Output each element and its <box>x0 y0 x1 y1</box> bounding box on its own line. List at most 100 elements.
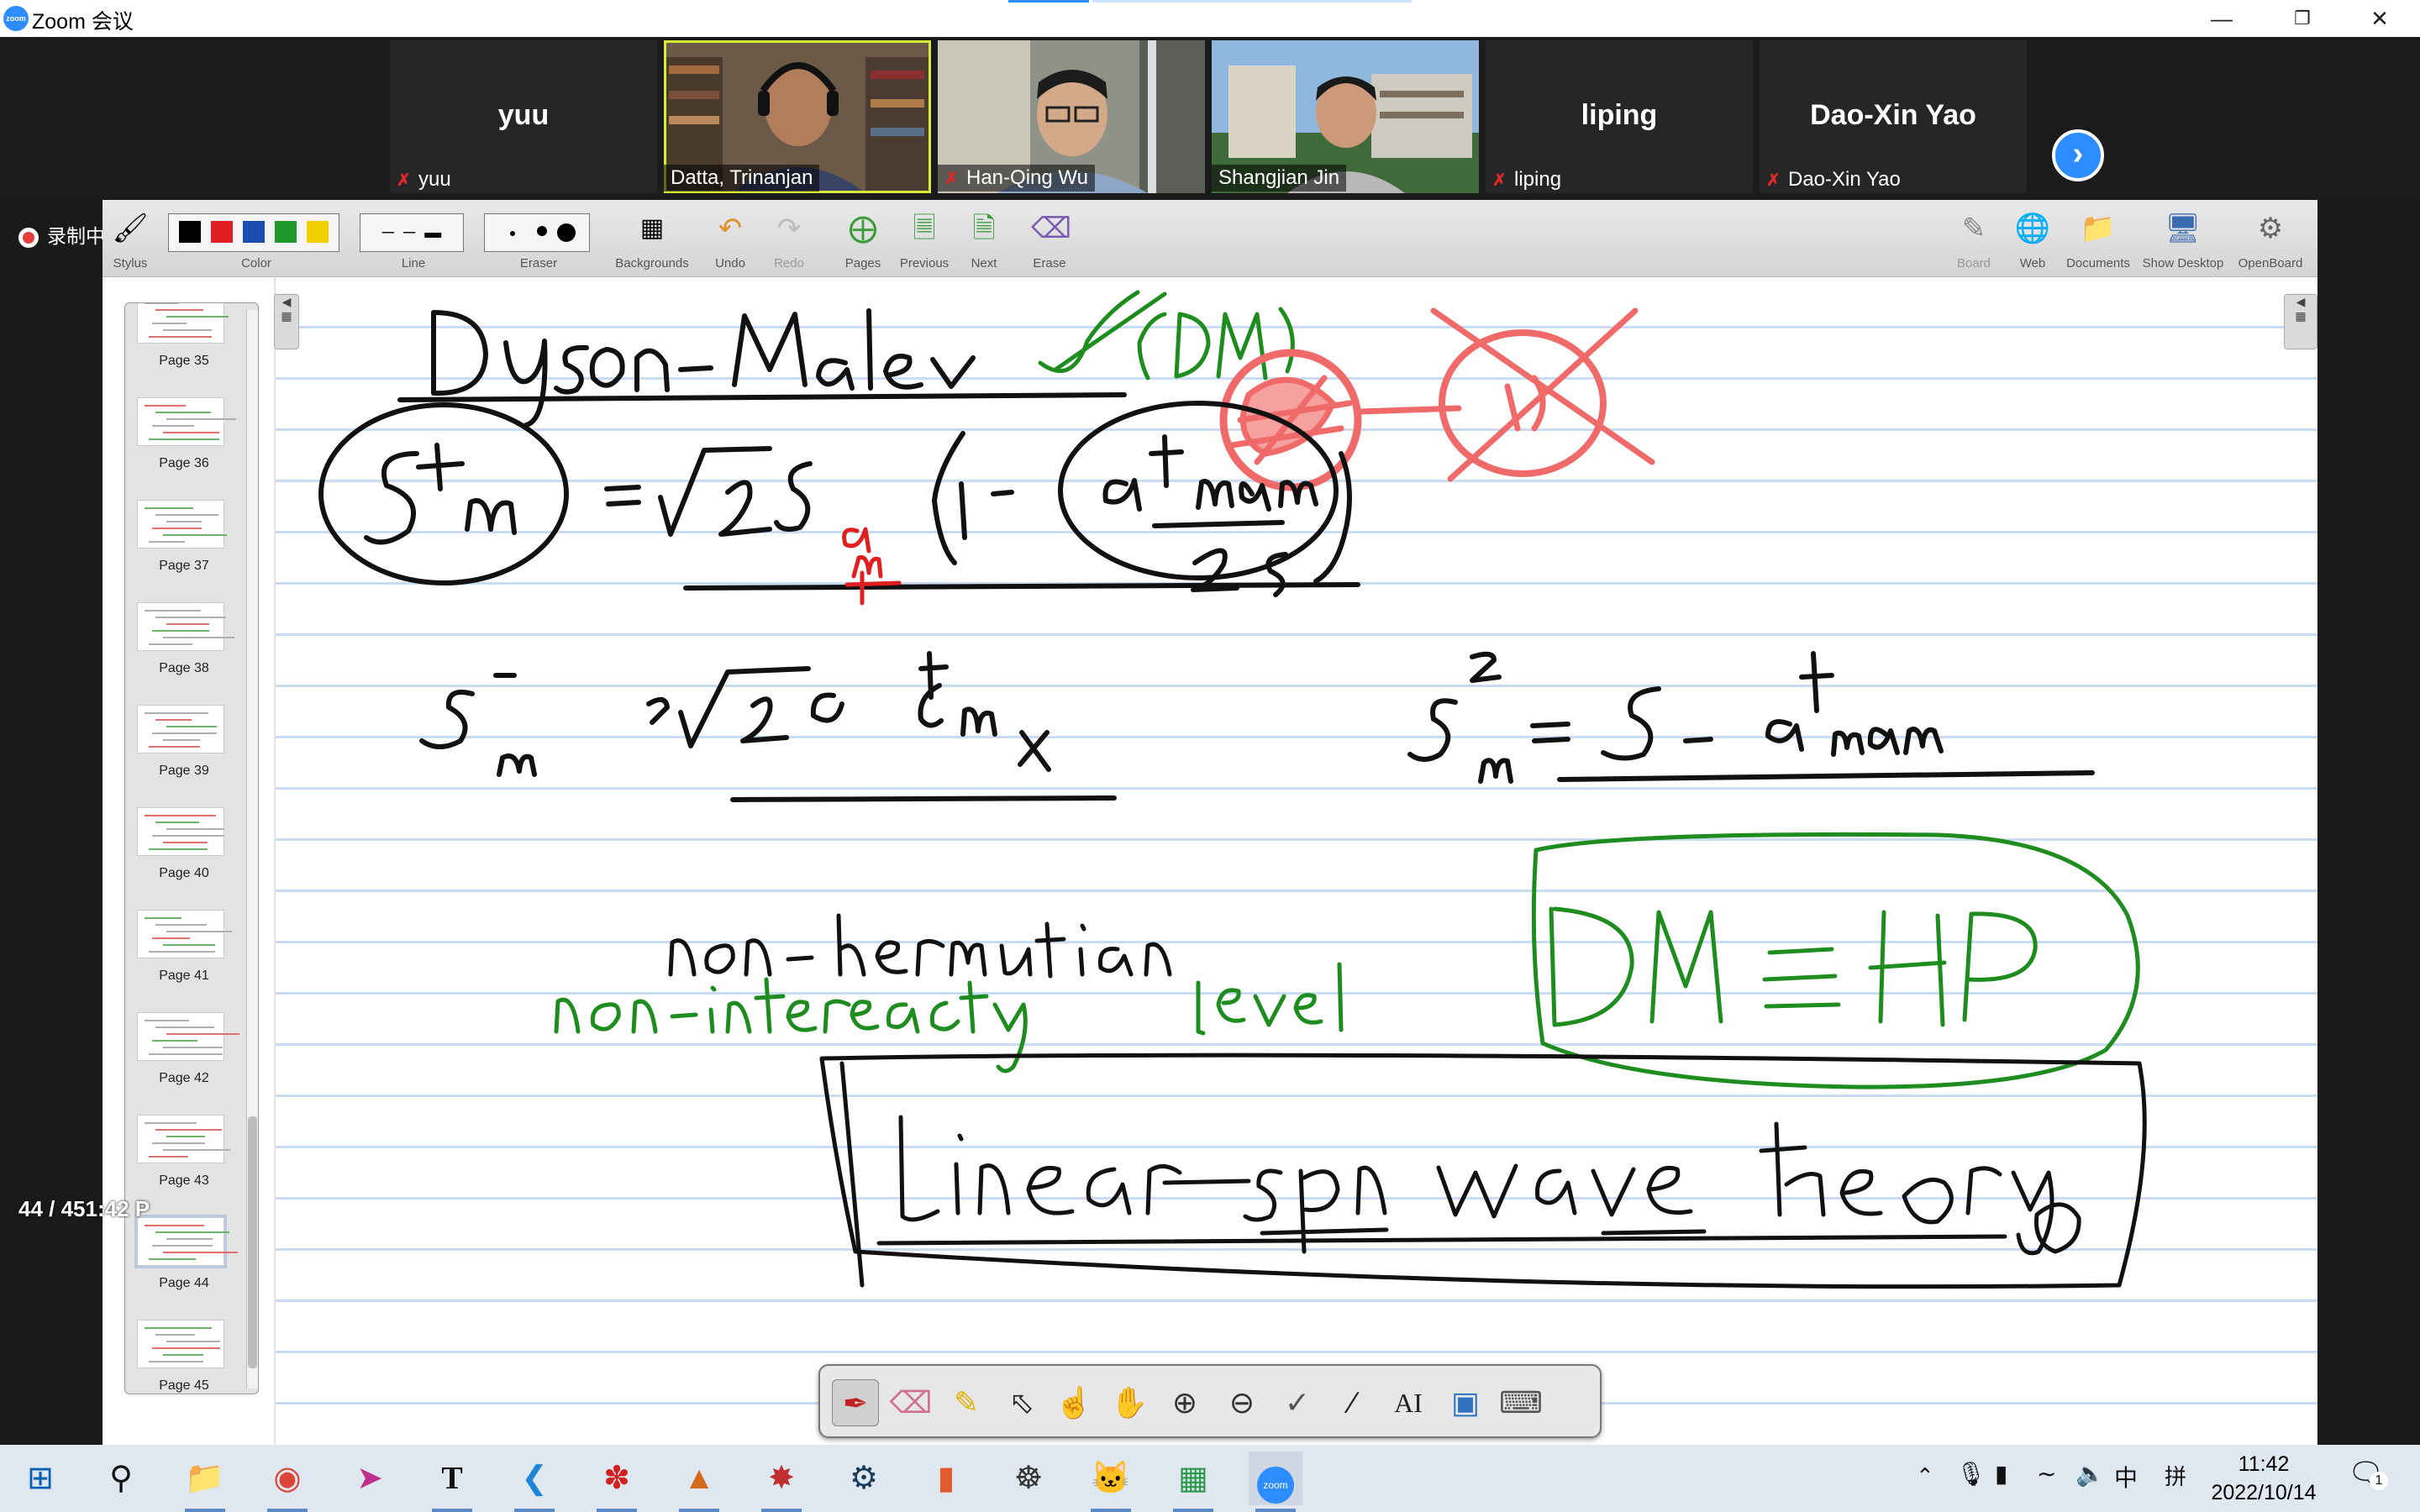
stylus-tool[interactable]: 🖌 Stylus <box>103 205 158 276</box>
page-thumbnail[interactable] <box>137 500 227 549</box>
ime-mode-indicator[interactable]: 中 <box>2114 1460 2138 1494</box>
pen-tool-icon[interactable]: ✒ <box>832 1379 879 1426</box>
select-tool-icon[interactable]: ⬁ <box>998 1379 1045 1426</box>
color-swatch-yellow[interactable] <box>307 221 329 243</box>
documents-button[interactable]: 📁 Documents <box>2064 205 2133 276</box>
backgrounds-button[interactable]: ▦ Backgrounds <box>610 205 694 276</box>
page-thumbnail[interactable] <box>137 1320 224 1368</box>
laser-pointer-tool-icon[interactable]: ✓ <box>1274 1379 1321 1426</box>
interact-tool-icon[interactable]: ☝ <box>1050 1379 1097 1426</box>
page-thumbnail[interactable] <box>137 303 229 344</box>
undo-button[interactable]: ↶ Undo <box>701 205 760 276</box>
page-thumbnail-label: Page 36 <box>159 456 209 470</box>
wifi-icon[interactable]: ∼ <box>2037 1460 2056 1488</box>
hand-pan-tool-icon[interactable]: ✋ <box>1106 1379 1153 1426</box>
system-clock[interactable]: 11:42 2022/10/14 <box>2205 1450 2323 1507</box>
participant-tile[interactable]: yuu ✗ yuu <box>390 40 657 193</box>
vscode-icon[interactable]: ❮ <box>508 1452 561 1512</box>
erase-button[interactable]: ⌫ Erase <box>1022 205 1077 276</box>
restore-icon[interactable]: ❐ <box>2262 0 2343 37</box>
thumbnails-scrollbar[interactable] <box>246 310 258 1389</box>
participant-tile[interactable]: ✗ Han-Qing Wu <box>938 40 1205 193</box>
openboard-label: OpenBoard <box>2238 256 2303 270</box>
board-button[interactable]: ✎ Board <box>1948 205 2000 276</box>
color-swatch-red[interactable] <box>211 221 233 243</box>
collapse-right-panel-button[interactable]: ◀ ▦ <box>2284 294 2317 349</box>
next-page-button[interactable]: 🗎 Next <box>956 205 1012 276</box>
page-thumbnail[interactable] <box>137 1115 230 1163</box>
zoom-in-tool-icon[interactable]: ⊕ <box>1161 1379 1208 1426</box>
page-thumbnail[interactable] <box>137 397 236 446</box>
web-label: Web <box>2019 256 2046 270</box>
file-explorer-icon[interactable]: 📁 <box>178 1452 232 1512</box>
close-icon[interactable]: ✕ <box>2339 0 2420 37</box>
paper-plane-icon[interactable]: ➤ <box>343 1452 397 1505</box>
highlighter-tool-icon[interactable]: ✎ <box>943 1379 990 1426</box>
huawei-icon[interactable]: ✽ <box>590 1452 644 1512</box>
line-tool-icon[interactable]: ∕ <box>1329 1379 1376 1426</box>
color-swatch-black[interactable] <box>179 221 201 243</box>
line-medium-option[interactable]: ─ <box>403 223 415 242</box>
collapse-left-panel-button[interactable]: ◀ ▦ <box>274 294 299 349</box>
line-thin-option[interactable]: ─ <box>382 223 394 242</box>
eraser-large-option[interactable] <box>557 223 576 242</box>
participant-tile[interactable]: Dao-Xin Yao ✗ Dao-Xin Yao <box>1760 40 2027 193</box>
redo-button[interactable]: ↷ Redo <box>760 205 818 276</box>
web-button[interactable]: 🌐 Web <box>2007 205 2059 276</box>
zoom-icon[interactable]: zoom <box>1249 1452 1302 1512</box>
capture-tool-icon[interactable]: ▣ <box>1442 1379 1489 1426</box>
color-swatch-green[interactable] <box>275 221 297 243</box>
green-app-icon[interactable]: ▦ <box>1166 1452 1220 1512</box>
search-icon[interactable]: ⚲ <box>94 1452 148 1505</box>
scrollbar-thumb[interactable] <box>248 1116 257 1368</box>
notification-center-icon[interactable]: 🗨 1 <box>2348 1457 2388 1490</box>
previous-page-button[interactable]: 🗏 Previous <box>892 205 956 276</box>
show-hidden-icons-chevron-icon[interactable]: ⌃ <box>1916 1463 1934 1489</box>
keyboard-tool-icon[interactable]: ⌨ <box>1497 1379 1544 1426</box>
next-participants-chevron-icon[interactable]: › <box>2052 129 2104 181</box>
participant-tile-active[interactable]: Datta, Trinanjan <box>664 40 931 193</box>
participant-tile[interactable]: liping ✗ liping <box>1486 40 1753 193</box>
whiteboard-canvas[interactable] <box>274 277 2317 1445</box>
zoom-out-tool-icon[interactable]: ⊖ <box>1218 1379 1265 1426</box>
eraser-medium-option[interactable] <box>537 226 547 236</box>
steam-icon[interactable]: ⚙ <box>837 1452 891 1505</box>
thumbnail-ink-line <box>163 1047 223 1048</box>
ink-red-diagram <box>1219 307 1655 491</box>
line-label: Line <box>401 256 426 270</box>
typora-icon[interactable]: T <box>425 1452 479 1512</box>
page-thumbnail[interactable] <box>137 910 232 958</box>
page-thumbnail[interactable] <box>137 602 234 651</box>
board-icon: ✎ <box>1961 213 1986 244</box>
participant-label: liping <box>1514 168 1562 191</box>
battery-icon[interactable]: ▮ <box>1995 1460 2007 1488</box>
mathematica-icon[interactable]: ✸ <box>755 1452 808 1512</box>
page-thumbnail[interactable] <box>137 705 224 753</box>
cat-app-icon[interactable]: 🐱 <box>1084 1452 1138 1512</box>
volume-icon[interactable]: 🔈 <box>2075 1460 2105 1488</box>
microphone-icon[interactable]: 🎙 <box>1956 1460 1986 1488</box>
eraser-small-option[interactable] <box>510 231 515 236</box>
page-thumbnail-label: Page 37 <box>159 559 209 573</box>
matlab-icon[interactable]: ▲ <box>672 1452 726 1512</box>
thumbnail-ink-line <box>145 405 186 407</box>
minimize-icon[interactable]: — <box>2181 0 2262 37</box>
line-thick-option[interactable]: ▬ <box>424 223 441 242</box>
participant-tile[interactable]: Shangjian Jin <box>1212 40 1479 193</box>
openboard-menu-button[interactable]: ⚙ OpenBoard <box>2228 205 2312 276</box>
page-thumbnail[interactable] <box>137 1012 239 1061</box>
pages-button[interactable]: ⨁ Pages <box>835 205 891 276</box>
eraser-tool-icon[interactable]: ⌫ <box>887 1379 934 1426</box>
settings-wheel-icon[interactable]: ☸ <box>1002 1452 1055 1505</box>
color-swatch-blue[interactable] <box>243 221 265 243</box>
page-thumbnail[interactable] <box>137 807 224 856</box>
recording-indicator[interactable]: 录制中 <box>18 220 105 249</box>
text-tool-icon[interactable]: AI <box>1385 1379 1432 1426</box>
page-thumbnail[interactable] <box>134 1215 238 1268</box>
chrome-icon[interactable]: ◉ <box>260 1452 314 1512</box>
show-desktop-button[interactable]: 🖥 Show Desktop <box>2139 205 2227 276</box>
powerpoint-icon[interactable]: ▮ <box>919 1452 973 1505</box>
windows-start-icon[interactable]: ⊞ <box>13 1452 67 1505</box>
thumbnail-ink-line <box>145 1327 212 1329</box>
ime-pinyin-indicator[interactable]: 拼 <box>2165 1460 2186 1491</box>
